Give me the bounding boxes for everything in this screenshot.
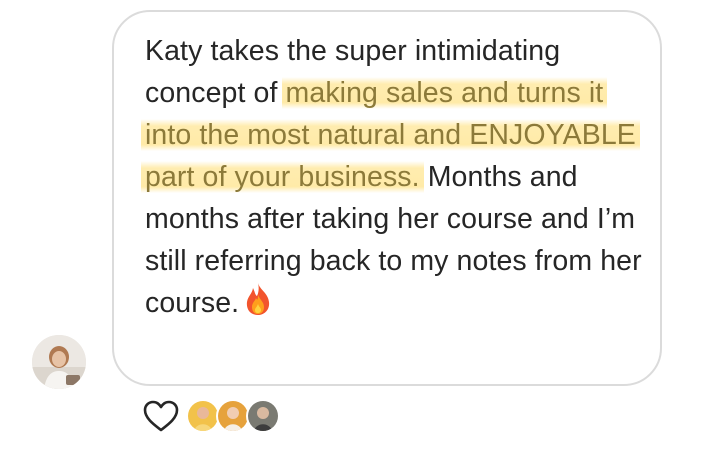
heart-outline-icon[interactable] — [142, 399, 180, 433]
reactor-avatar-gray-icon[interactable] — [246, 399, 280, 433]
sender-avatar[interactable] — [32, 335, 86, 389]
avatar-photo-icon — [32, 335, 86, 389]
reactor-avatar-yellow-icon[interactable] — [186, 399, 220, 433]
message-text: Katy takes the super intimidating concep… — [141, 30, 655, 328]
reactor-avatar-orange-icon[interactable] — [216, 399, 250, 433]
fire-emoji-icon — [243, 282, 273, 328]
reactions-row — [142, 396, 280, 436]
